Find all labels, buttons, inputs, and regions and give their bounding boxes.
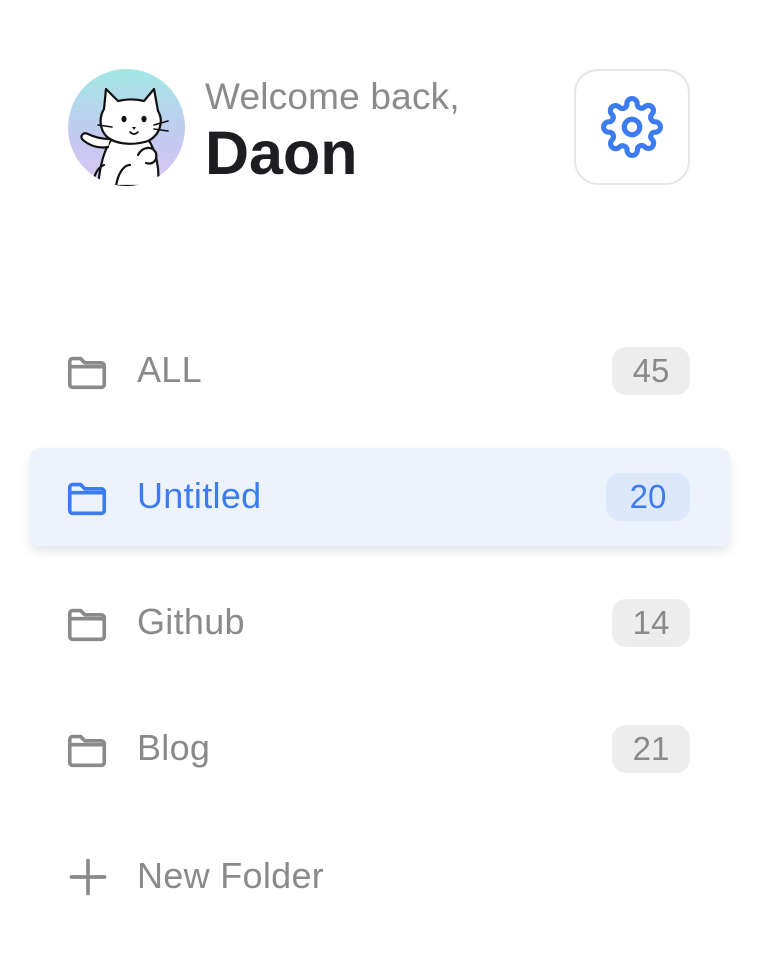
plus-icon: [66, 855, 110, 899]
folder-label: ALL: [137, 349, 202, 390]
folder-label: Blog: [137, 727, 211, 768]
new-folder-label: New Folder: [137, 855, 325, 896]
folder-icon: [64, 475, 110, 521]
count-badge: 45: [612, 347, 690, 395]
folder-item-blog[interactable]: Blog 21: [30, 700, 730, 798]
cat-avatar-icon: [80, 87, 169, 186]
folder-label: Github: [137, 601, 245, 642]
new-folder-button[interactable]: New Folder: [30, 826, 730, 924]
folder-item-github[interactable]: Github 14: [30, 574, 730, 672]
welcome-text: Welcome back,: [205, 76, 460, 117]
gear-icon: [601, 96, 663, 158]
folder-item-all[interactable]: ALL 45: [30, 322, 730, 420]
folder-icon: [64, 727, 110, 773]
folder-sidebar: Welcome back, Daon ALL 45 Untitled 20 Gi…: [0, 0, 764, 962]
count-badge: 21: [612, 725, 690, 773]
settings-button[interactable]: [574, 69, 690, 185]
count-badge: 14: [612, 599, 690, 647]
folder-icon: [64, 601, 110, 647]
username: Daon: [205, 119, 358, 187]
folder-icon: [64, 349, 110, 395]
avatar[interactable]: [68, 69, 185, 186]
folder-item-untitled[interactable]: Untitled 20: [30, 448, 730, 546]
count-badge: 20: [606, 473, 690, 521]
folder-label: Untitled: [137, 475, 262, 516]
